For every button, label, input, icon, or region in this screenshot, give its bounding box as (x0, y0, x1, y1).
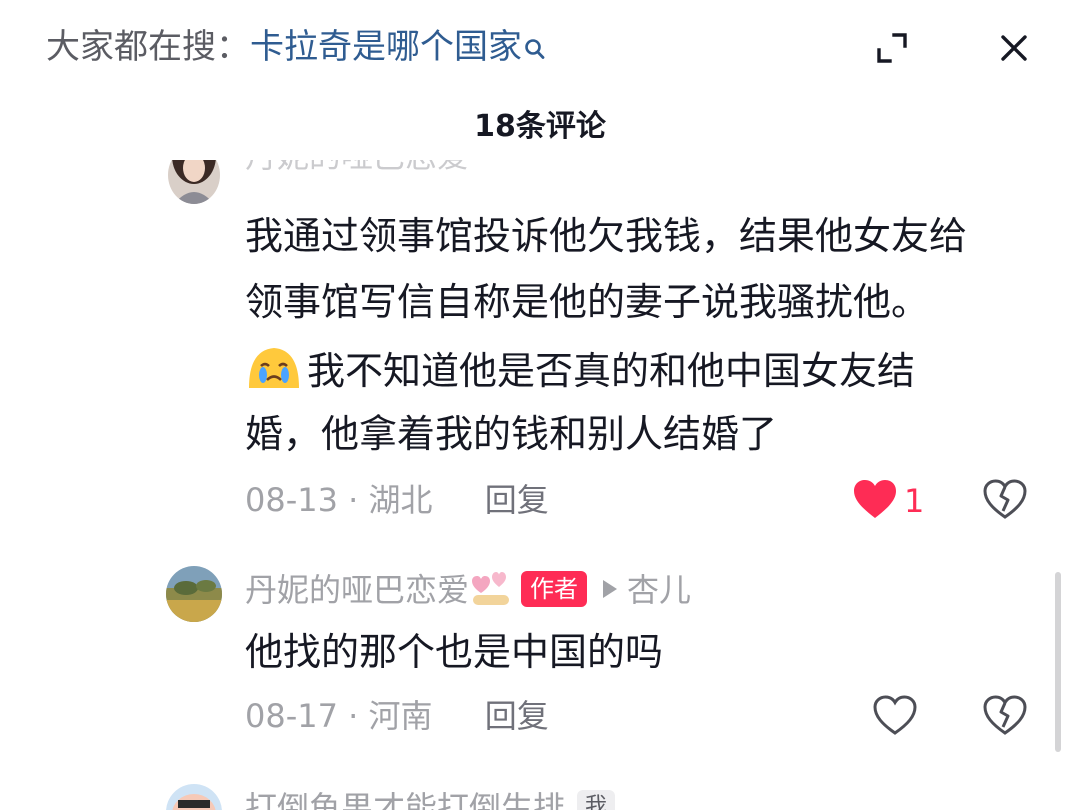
hot-search-suggestion[interactable]: 大家都在搜：卡拉奇是哪个国家 (46, 24, 546, 74)
comment-count-title: 18条评论 (474, 109, 606, 144)
comment-meta: 08-13 · 湖北 回复 (245, 478, 549, 522)
author-badge: 作者 (521, 571, 588, 607)
like-button[interactable] (872, 694, 918, 740)
hot-search-keyword[interactable]: 卡拉奇是哪个国家 (250, 27, 522, 67)
comment-location: 河南 (368, 697, 433, 735)
meta-separator: · (348, 697, 359, 735)
reply-to-arrow-icon (603, 580, 618, 598)
heart-filled-icon (852, 478, 898, 524)
comment-text-line-content: 我不知道他是否真的和他中国女友结 (307, 349, 916, 393)
comment-text-line: 我不知道他是否真的和他中国女友结 (245, 342, 915, 405)
avatar[interactable] (166, 784, 222, 810)
comment-date: 08-13 (245, 481, 338, 519)
top-bar: 大家都在搜：卡拉奇是哪个国家 18条评论 (0, 0, 1080, 144)
reply-button[interactable]: 回复 (485, 481, 549, 519)
avatar[interactable] (166, 566, 222, 622)
comment-username[interactable]: 丹妮的哑巴恋爱 (245, 571, 469, 609)
dislike-button[interactable] (982, 694, 1028, 740)
avatar[interactable] (168, 160, 220, 204)
heart-outline-icon (872, 694, 918, 740)
comment-date: 08-17 (245, 697, 338, 735)
comment-list[interactable]: 丹妮的哑巴恋爱 我通过领事馆投诉他欠我钱，结果他女友给 领事馆写信自称是他的妻子… (0, 160, 1080, 810)
reply-button[interactable]: 回复 (485, 697, 549, 735)
reply-header: 丹妮的哑巴恋爱 作者 杏儿 (245, 568, 691, 618)
comment-text: 他找的那个也是中国的吗 (245, 630, 664, 674)
me-badge: 我 (577, 790, 616, 810)
dislike-button[interactable] (982, 478, 1028, 524)
expand-icon[interactable] (872, 28, 912, 68)
crying-face-icon (245, 342, 303, 405)
comment-location: 湖北 (368, 481, 433, 519)
comment-username-row: 打倒鱼果才能打倒生排我 (245, 786, 616, 810)
comment-meta: 08-17 · 河南 回复 (245, 694, 549, 738)
hot-search-prefix: 大家都在搜： (46, 27, 250, 67)
comment-text-line: 领事馆写信自称是他的妻子说我骚扰他。 (245, 280, 930, 324)
comment-username[interactable]: 丹妮的哑巴恋爱 (245, 160, 469, 178)
comment-username[interactable]: 打倒鱼果才能打倒生排 (245, 789, 565, 810)
meta-separator: · (348, 481, 359, 519)
like-count: 1 (904, 482, 925, 520)
search-icon (524, 28, 546, 74)
broken-heart-icon (983, 479, 1027, 519)
close-icon[interactable] (994, 28, 1034, 68)
comment-text-line: 我通过领事馆投诉他欠我钱，结果他女友给 (245, 214, 968, 258)
scrollbar[interactable] (1055, 572, 1061, 752)
hearts-emoji-icon (469, 569, 513, 618)
broken-heart-icon (983, 695, 1027, 735)
comment-text-line: 婚，他拿着我的钱和别人结婚了 (245, 412, 778, 456)
reply-to-username[interactable]: 杏儿 (627, 571, 691, 609)
like-button[interactable]: 1 (852, 478, 924, 524)
